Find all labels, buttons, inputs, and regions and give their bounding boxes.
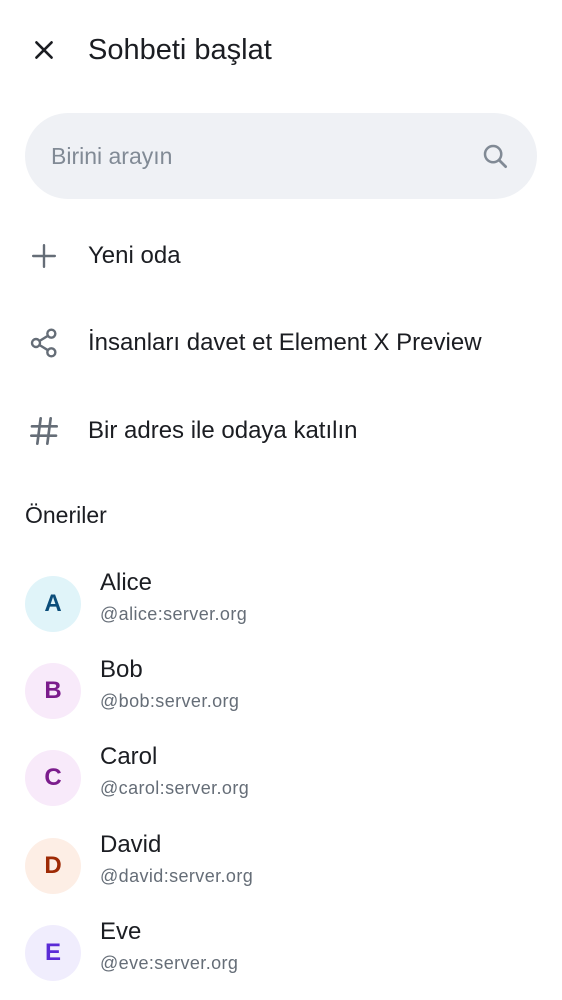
suggestion-user-row[interactable]: A Alice @alice:server.org	[0, 566, 562, 646]
close-icon	[35, 41, 53, 59]
user-id: @david:server.org	[100, 866, 254, 886]
suggestion-user-row[interactable]: E Eve @eve:server.org	[0, 915, 562, 995]
top-app-bar: Sohbeti başlat	[0, 0, 562, 100]
avatar: B	[25, 663, 81, 719]
user-display-name: Alice	[100, 569, 153, 596]
invite-people-button[interactable]: İnsanları davet et Element X Preview	[0, 303, 562, 383]
avatar: E	[25, 925, 81, 981]
hash-icon	[26, 413, 62, 449]
page-title: Sohbeti başlat	[88, 34, 272, 66]
user-display-name: David	[100, 831, 162, 858]
new-room-button[interactable]: Yeni oda	[0, 216, 562, 296]
avatar: C	[25, 750, 81, 806]
plus-icon	[26, 238, 62, 274]
close-button[interactable]	[22, 28, 66, 72]
suggestion-user-row[interactable]: C Carol @carol:server.org	[0, 740, 562, 820]
suggestion-user-row[interactable]: D David @david:server.org	[0, 828, 562, 908]
user-display-name: Eve	[100, 918, 142, 945]
search-input[interactable]	[51, 142, 479, 170]
user-display-name: Carol	[100, 743, 158, 770]
search-icon[interactable]	[479, 140, 511, 172]
invite-people-label: İnsanları davet et Element X Preview	[88, 329, 482, 356]
join-room-label: Bir adres ile odaya katılın	[88, 417, 358, 444]
suggestions-heading: Öneriler	[25, 502, 107, 528]
user-id: @bob:server.org	[100, 691, 240, 711]
avatar: D	[25, 838, 81, 894]
share-icon	[26, 325, 62, 361]
user-display-name: Bob	[100, 656, 143, 683]
new-room-label: Yeni oda	[88, 242, 181, 269]
join-room-by-address-button[interactable]: Bir adres ile odaya katılın	[0, 391, 562, 471]
user-id: @alice:server.org	[100, 604, 248, 624]
user-id: @eve:server.org	[100, 953, 239, 973]
search-bar[interactable]	[25, 113, 537, 199]
suggestion-user-row[interactable]: B Bob @bob:server.org	[0, 653, 562, 733]
avatar: A	[25, 576, 81, 632]
user-id: @carol:server.org	[100, 778, 250, 798]
